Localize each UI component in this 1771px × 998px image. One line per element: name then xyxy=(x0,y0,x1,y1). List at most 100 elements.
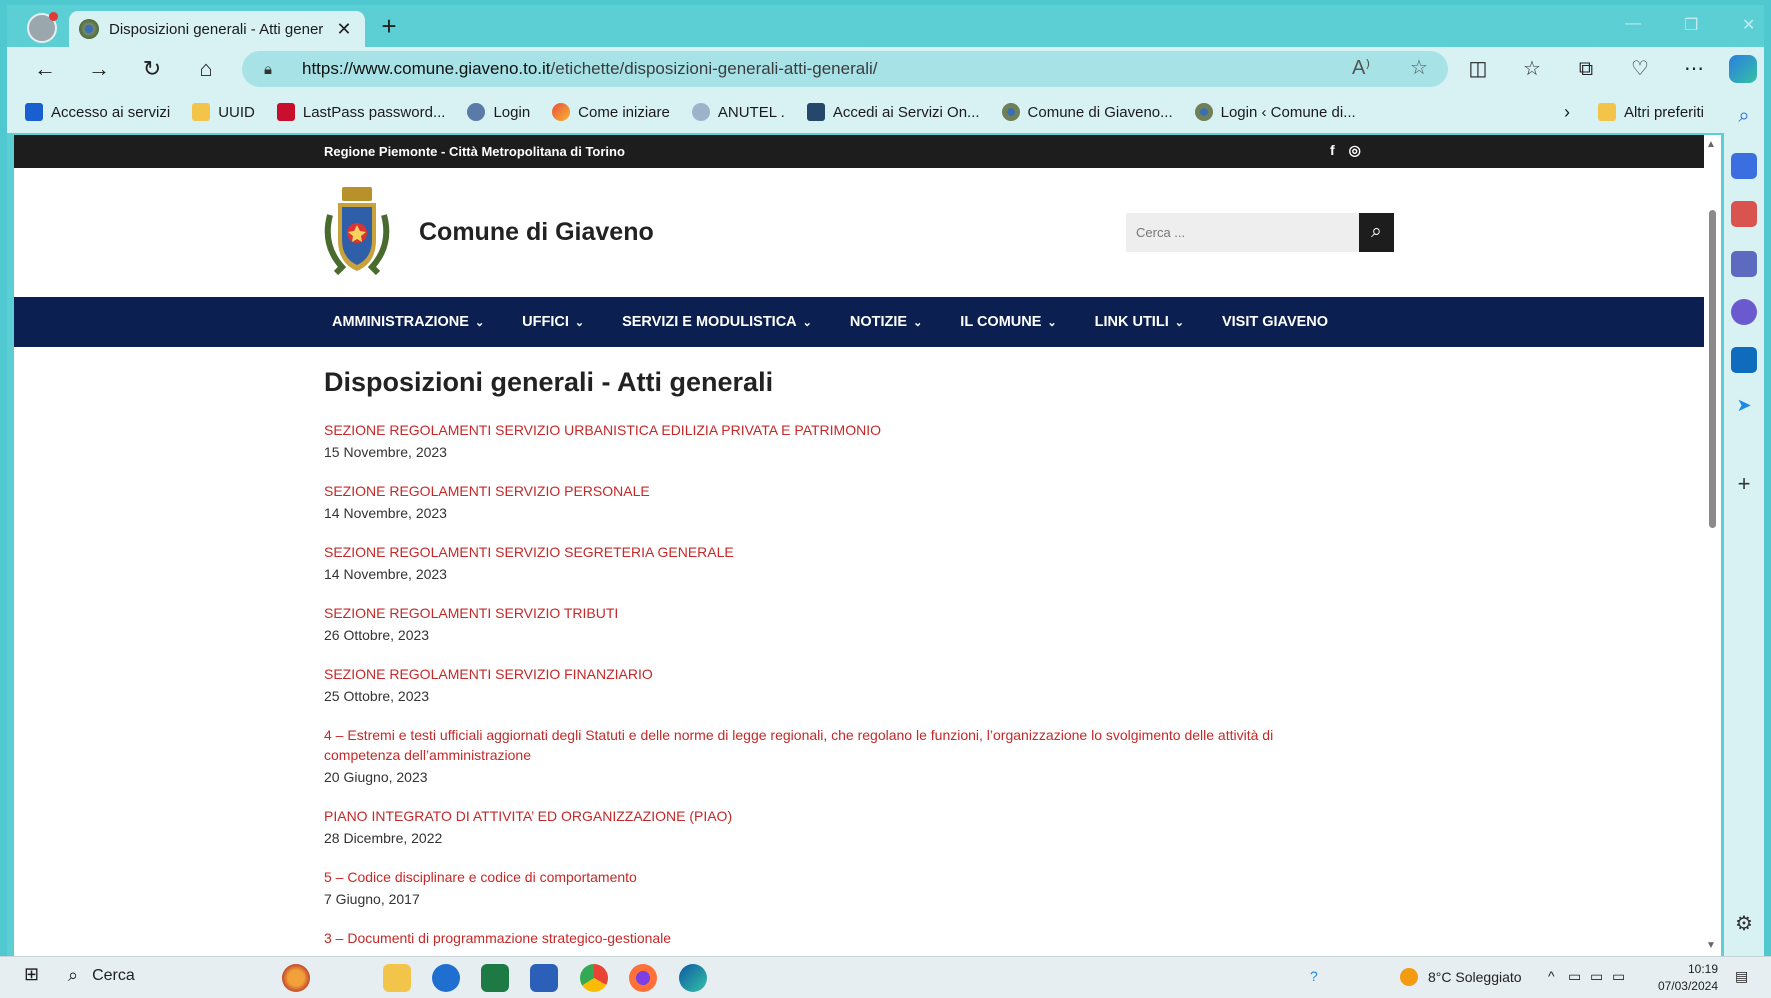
favorites-icon[interactable]: ☆ xyxy=(1517,55,1547,83)
forward-icon[interactable]: → xyxy=(85,55,113,83)
edge-icon[interactable] xyxy=(679,964,707,992)
nav-notizie[interactable]: NOTIZIE ⌄ xyxy=(850,314,922,330)
bookmark-lastpass[interactable]: LastPass password... xyxy=(276,103,445,121)
clock-time: 10:19 xyxy=(1687,962,1718,976)
clock[interactable]: 10:19 07/03/2024 xyxy=(1648,961,1718,995)
page-scrollbar[interactable]: ▲ ▼ xyxy=(1704,135,1721,956)
crest-logo[interactable] xyxy=(322,185,392,277)
minimize-icon[interactable]: — xyxy=(1625,15,1641,33)
chrome-icon[interactable] xyxy=(580,964,608,992)
entry-link[interactable]: SEZIONE REGOLAMENTI SERVIZIO TRIBUTI xyxy=(324,603,1284,623)
more-menu-icon[interactable]: ⋯ xyxy=(1679,55,1709,83)
instagram-icon[interactable]: ◎ xyxy=(1349,142,1361,158)
bookmark-uuid[interactable]: UUID xyxy=(192,103,255,121)
active-tab[interactable]: Disposizioni generali - Atti gener ✕ xyxy=(69,11,365,47)
display-icon[interactable]: ▭ xyxy=(1612,968,1625,985)
tab-title: Disposizioni generali - Atti gener xyxy=(109,20,324,38)
tools-icon[interactable] xyxy=(1731,201,1757,227)
browser-essentials-icon[interactable]: ♡ xyxy=(1625,55,1655,83)
weather-widget[interactable]: 8°C Soleggiato xyxy=(1400,968,1522,986)
notification-icon[interactable]: ▤ xyxy=(1735,968,1748,985)
home-icon[interactable]: ⌂ xyxy=(192,55,220,83)
entry-link[interactable]: 3 – Documenti di programmazione strategi… xyxy=(324,928,1284,948)
maximize-icon[interactable]: ❐ xyxy=(1684,15,1698,35)
nav-link-utili[interactable]: LINK UTILI ⌄ xyxy=(1095,314,1184,330)
bookmark-login-comune[interactable]: Login ‹ Comune di... xyxy=(1194,103,1356,121)
nav-visit-giaveno[interactable]: VISIT GIAVENO xyxy=(1222,314,1328,330)
scroll-thumb[interactable] xyxy=(1709,210,1716,528)
tray-chevron-icon[interactable]: ^ xyxy=(1548,968,1555,984)
word-icon[interactable] xyxy=(530,964,558,992)
search-input[interactable]: Cerca ... xyxy=(1126,213,1359,252)
entry-link[interactable]: SEZIONE REGOLAMENTI SERVIZIO PERSONALE xyxy=(324,481,1284,501)
shopping-icon[interactable] xyxy=(1731,153,1757,179)
list-item: SEZIONE REGOLAMENTI SERVIZIO PERSONALE 14… xyxy=(324,481,1704,523)
chevron-right-icon[interactable]: › xyxy=(1564,102,1570,123)
bookmark-comune-giaveno[interactable]: Comune di Giaveno... xyxy=(1001,103,1173,121)
chevron-down-icon: ⌄ xyxy=(802,317,812,329)
entry-link[interactable]: 5 – Codice disciplinare e codice di comp… xyxy=(324,867,1284,887)
bookmark-accesso-servizi[interactable]: Accesso ai servizi xyxy=(25,103,170,121)
nav-uffici[interactable]: UFFICI ⌄ xyxy=(522,314,584,330)
taskbar-search[interactable]: ⌕ Cerca xyxy=(68,965,135,986)
close-tab-icon[interactable]: ✕ xyxy=(333,19,355,40)
copilot-icon[interactable] xyxy=(1729,55,1757,83)
search-icon[interactable]: ⌕ xyxy=(1359,213,1394,252)
app-icon[interactable] xyxy=(432,964,460,992)
lock-icon[interactable]: 🔒︎ xyxy=(264,61,286,78)
tracker-icon xyxy=(25,103,43,121)
add-icon[interactable]: + xyxy=(1731,471,1757,497)
games-icon[interactable] xyxy=(1731,251,1757,277)
entry-link[interactable]: SEZIONE REGOLAMENTI SERVIZIO URBANISTICA… xyxy=(324,420,1284,440)
settings-gear-icon[interactable]: ⚙ xyxy=(1731,911,1757,937)
entry-date: 20 Giugno, 2023 xyxy=(324,769,428,785)
scroll-up-icon[interactable]: ▲ xyxy=(1706,139,1716,150)
nav-servizi-modulistica[interactable]: SERVIZI E MODULISTICA ⌄ xyxy=(622,314,812,330)
address-bar[interactable]: 🔒︎ https://www.comune.giaveno.to.it/etic… xyxy=(242,51,1448,87)
chevron-down-icon: ⌄ xyxy=(913,317,923,329)
search-icon[interactable]: ⌕ xyxy=(1731,105,1757,131)
bookmark-anutel[interactable]: ANUTEL . xyxy=(691,103,785,121)
bookmark-altri-preferiti[interactable]: Altri preferiti xyxy=(1597,103,1704,121)
profile-avatar[interactable] xyxy=(27,12,58,43)
help-icon[interactable]: ? xyxy=(1310,968,1318,984)
bookmark-login[interactable]: Login xyxy=(467,103,530,121)
bookmark-come-iniziare[interactable]: Come iniziare xyxy=(552,103,670,121)
entry-date: 14 Novembre, 2023 xyxy=(324,566,447,582)
network-icon[interactable]: ▭ xyxy=(1568,968,1581,985)
windows-taskbar: ⊞ ⌕ Cerca ? 8°C Soleggiato ^ ▭ ▭ ▭ 10:19 … xyxy=(0,956,1771,998)
file-explorer-icon[interactable] xyxy=(383,964,411,992)
entry-link[interactable]: SEZIONE REGOLAMENTI SERVIZIO SEGRETERIA … xyxy=(324,542,1284,562)
bookmarks-bar: Accesso ai servizi UUID LastPass passwor… xyxy=(7,91,1764,133)
refresh-icon[interactable]: ↻ xyxy=(138,55,166,83)
read-aloud-icon[interactable]: A⁾ xyxy=(1352,55,1370,80)
entry-link[interactable]: SEZIONE REGOLAMENTI SERVIZIO FINANZIARIO xyxy=(324,664,1284,684)
site-name[interactable]: Comune di Giaveno xyxy=(419,218,654,247)
nav-amministrazione[interactable]: AMMINISTRAZIONE ⌄ xyxy=(332,314,484,330)
send-icon[interactable]: ➤ xyxy=(1731,395,1757,421)
nav-il-comune[interactable]: IL COMUNE ⌄ xyxy=(960,314,1056,330)
back-icon[interactable]: ← xyxy=(31,55,59,83)
entry-link[interactable]: PIANO INTEGRATO DI ATTIVITA’ ED ORGANIZZ… xyxy=(324,806,1284,826)
windows-start-icon[interactable]: ⊞ xyxy=(24,964,39,985)
volume-icon[interactable]: ▭ xyxy=(1590,968,1603,985)
widget-icon[interactable] xyxy=(282,964,310,992)
close-window-icon[interactable]: ✕ xyxy=(1742,15,1755,35)
facebook-icon[interactable]: f xyxy=(1330,142,1335,158)
collections-icon[interactable]: ⧉ xyxy=(1571,55,1601,83)
bookmark-accedi-servizi[interactable]: Accedi ai Servizi On... xyxy=(806,103,980,121)
microsoft365-icon[interactable] xyxy=(1731,299,1757,325)
outlook-icon[interactable] xyxy=(1731,347,1757,373)
entry-link[interactable]: 4 – Estremi e testi ufficiali aggiornati… xyxy=(324,725,1284,765)
list-item: SEZIONE REGOLAMENTI SERVIZIO TRIBUTI 26 O… xyxy=(324,603,1704,645)
scroll-down-icon[interactable]: ▼ xyxy=(1706,940,1716,951)
page-viewport: Regione Piemonte - Città Metropolitana d… xyxy=(14,135,1704,956)
url-path: /etichette/disposizioni-generali-atti-ge… xyxy=(550,59,878,78)
firefox-icon[interactable] xyxy=(629,964,657,992)
main-content: Disposizioni generali - Atti generali SE… xyxy=(14,347,1704,948)
new-tab-button[interactable]: + xyxy=(375,13,403,41)
split-screen-icon[interactable]: ◫ xyxy=(1463,55,1493,83)
entry-date: 26 Ottobre, 2023 xyxy=(324,627,430,643)
favorite-star-icon[interactable]: ☆ xyxy=(1410,55,1428,80)
excel-icon[interactable] xyxy=(481,964,509,992)
